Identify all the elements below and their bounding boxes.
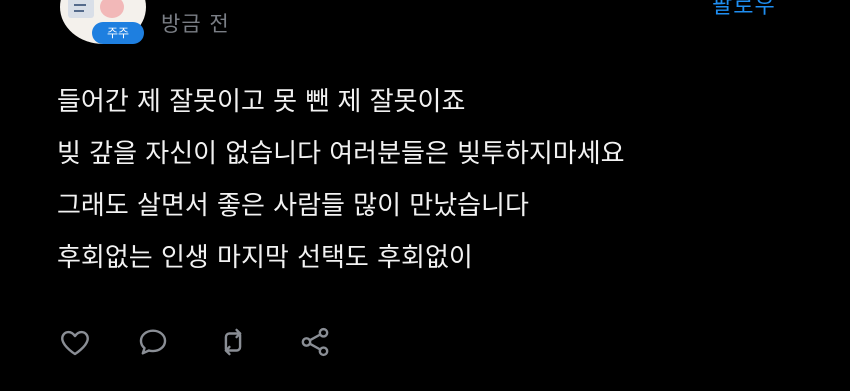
avatar-art <box>68 0 94 18</box>
comment-button[interactable] <box>133 322 173 362</box>
avatar-art <box>74 4 86 6</box>
avatar-art <box>100 0 124 18</box>
repost-button[interactable] <box>213 322 253 362</box>
post-line: 들어간 제 잘못이고 못 뺀 제 잘못이죠 <box>57 87 466 117</box>
post-line: 후회없는 인생 마지막 선택도 후회없이 <box>57 243 473 273</box>
post-line: 그래도 살면서 좋은 사람들 많이 만났습니다 <box>57 191 529 221</box>
avatar-art <box>74 10 84 12</box>
comment-icon <box>139 329 167 355</box>
post-body: 들어간 제 잘못이고 못 뺀 제 잘못이죠 빚 갚을 자신이 없습니다 여러분들… <box>57 76 625 284</box>
user-badge: 주주 <box>92 22 144 44</box>
follow-button[interactable]: 팔로우 <box>712 0 776 20</box>
share-icon <box>301 327 329 357</box>
repost-icon <box>224 328 242 356</box>
post-timestamp: 방금 전 <box>161 12 230 36</box>
post-line: 빚 갚을 자신이 없습니다 여러분들은 빚투하지마세요 <box>57 139 625 169</box>
share-button[interactable] <box>295 322 335 362</box>
heart-icon <box>61 330 89 356</box>
like-button[interactable] <box>55 322 95 362</box>
